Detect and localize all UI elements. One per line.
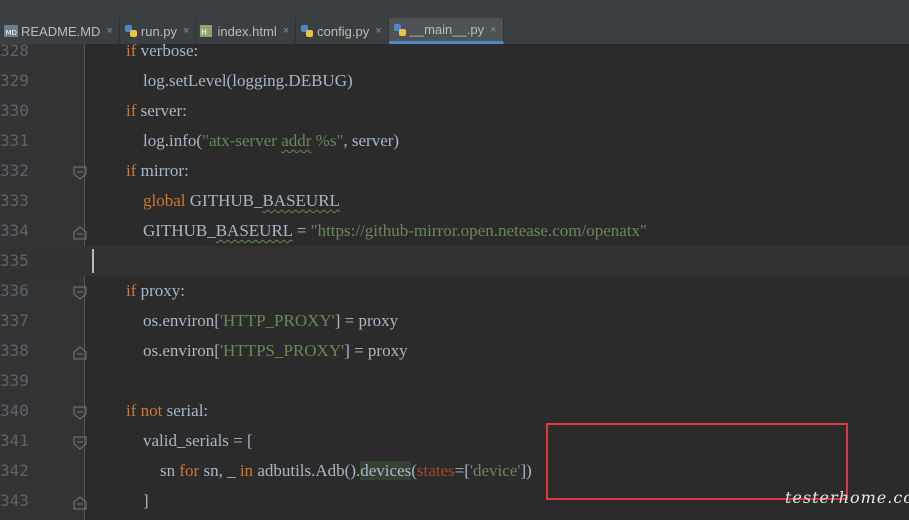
tab-main-py[interactable]: __main__.py × [388,18,504,44]
close-icon[interactable]: × [490,24,496,36]
line-number: 332 [0,161,29,180]
watermark: testerhome.com [785,488,909,507]
tab-label: config.py [317,23,370,39]
line-number: 333 [0,191,29,210]
code-text: log.setLevel(logging.DEBUG) [92,71,353,90]
code-line[interactable]: 334 GITHUB_BASEURL = "https://github-mir… [0,216,909,246]
code-line[interactable]: 337 os.environ['HTTP_PROXY'] = proxy [0,306,909,336]
python-file-icon [124,24,138,38]
text-caret [92,249,94,273]
code-text: if not serial: [126,401,209,420]
line-number: 336 [0,281,29,300]
editor-tab-bar: MD README.MD × run.py × Hindex.html × config.py… [0,18,909,45]
line-number: 339 [0,371,29,390]
tab-label: README.MD [21,23,101,39]
code-line[interactable]: 329 log.setLevel(logging.DEBUG) [0,66,909,96]
line-number: 340 [0,401,29,420]
code-line[interactable]: 331 log.info("atx-server addr %s", serve… [0,126,909,156]
tab-label: __main__.py [409,22,485,37]
code-line[interactable]: 336 if proxy: [0,276,909,306]
code-line[interactable]: 332 if mirror: [0,156,909,186]
code-text: if server: [126,101,187,120]
fold-close-icon[interactable] [73,495,87,510]
tab-label: index.html [217,23,277,39]
close-icon[interactable]: × [106,25,112,37]
svg-text:MD: MD [6,29,17,37]
python-file-icon [393,23,407,37]
code-text: sn for sn, _ in adbutils.Adb().devices(s… [92,461,532,480]
line-number: 337 [0,311,29,330]
code-line[interactable]: 333 global GITHUB_BASEURL [0,186,909,216]
close-icon[interactable]: × [283,25,289,37]
line-number: 331 [0,131,29,150]
code-text: os.environ['HTTP_PROXY'] = proxy [92,311,399,330]
line-number: 338 [0,341,29,360]
fold-open-icon[interactable] [73,285,87,300]
tab-label: run.py [140,23,178,39]
code-line[interactable]: 339 [0,366,909,396]
svg-text:H: H [201,28,207,37]
tab-readme-md[interactable]: MD README.MD × [0,18,120,44]
close-icon[interactable]: × [375,25,381,37]
code-text: if proxy: [126,281,186,300]
code-line[interactable]: 330 if server: [0,96,909,126]
fold-close-icon[interactable] [73,225,87,240]
tab-index-html[interactable]: Hindex.html × [196,18,297,44]
code-text: log.info("atx-server addr %s", server) [92,131,400,150]
fold-close-icon[interactable] [73,345,87,360]
code-line[interactable]: 338 os.environ['HTTPS_PROXY'] = proxy [0,336,909,366]
tab-config-py[interactable]: config.py × [296,18,389,44]
code-text: os.environ['HTTPS_PROXY'] = proxy [92,341,408,360]
code-text: GITHUB_BASEURL = "https://github-mirror.… [92,221,647,240]
line-number: 334 [0,221,29,240]
line-number: 343 [0,491,29,510]
tab-run-py[interactable]: run.py × [120,18,197,44]
python-file-icon [300,24,314,38]
code-text: ] [92,491,149,510]
fold-open-icon[interactable] [73,405,87,420]
code-text: if mirror: [126,161,189,180]
fold-open-icon[interactable] [73,165,87,180]
line-number: 341 [0,431,29,450]
code-line[interactable]: 335 [0,246,909,276]
close-icon[interactable]: × [183,25,189,37]
code-line[interactable]: 340 if not serial: [0,396,909,426]
line-number: 330 [0,101,29,120]
title-strip [0,0,909,18]
line-number: 342 [0,461,29,480]
code-text: valid_serials = [ [92,431,253,450]
line-number: 328 [0,44,29,60]
code-text: global GITHUB_BASEURL [143,191,340,210]
line-number: 329 [0,71,29,90]
code-line[interactable]: 328 if verbose: [0,44,909,66]
fold-open-icon[interactable] [73,435,87,450]
line-number: 335 [0,251,29,270]
code-text: if verbose: [126,44,199,60]
html-file-icon: H [200,24,214,38]
markdown-file-icon: MD [4,24,18,38]
